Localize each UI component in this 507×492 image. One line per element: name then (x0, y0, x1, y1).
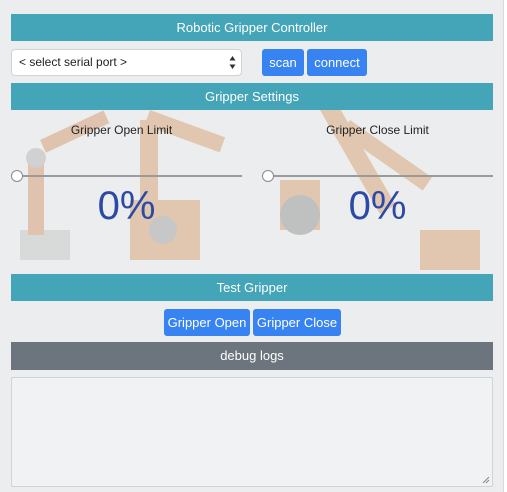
test-gripper-header: Test Gripper (11, 274, 493, 301)
app-title: Robotic Gripper Controller (176, 20, 328, 35)
gripper-settings-header: Gripper Settings (11, 83, 493, 110)
debug-log-textarea[interactable] (11, 377, 493, 487)
resize-grip-icon[interactable] (482, 476, 490, 484)
serial-port-selected-value: < select serial port > (19, 55, 128, 69)
debug-logs-header: debug logs (11, 342, 493, 370)
close-limit-label: Gripper Close Limit (326, 123, 429, 137)
select-arrows-icon (229, 56, 236, 69)
serial-port-select[interactable]: < select serial port > (11, 49, 242, 76)
debug-logs-title: debug logs (220, 348, 284, 363)
close-limit-percent: 0% (348, 184, 407, 228)
open-limit-label: Gripper Open Limit (70, 123, 173, 137)
gripper-close-button[interactable]: Gripper Close (253, 309, 341, 336)
app-title-bar: Robotic Gripper Controller (11, 14, 493, 41)
app-window: Robotic Gripper Controller < select seri… (0, 0, 504, 492)
connect-button[interactable]: connect (307, 49, 367, 76)
close-limit-slider-track[interactable] (267, 175, 493, 177)
gripper-settings-title: Gripper Settings (205, 89, 299, 104)
test-gripper-title: Test Gripper (216, 280, 288, 295)
gripper-open-button[interactable]: Gripper Open (164, 309, 250, 336)
scan-button[interactable]: scan (262, 49, 304, 76)
open-limit-percent: 0% (97, 184, 156, 228)
open-limit-slider-thumb[interactable] (11, 170, 23, 182)
open-limit-slider-track[interactable] (16, 175, 242, 177)
close-limit-slider-thumb[interactable] (262, 170, 274, 182)
